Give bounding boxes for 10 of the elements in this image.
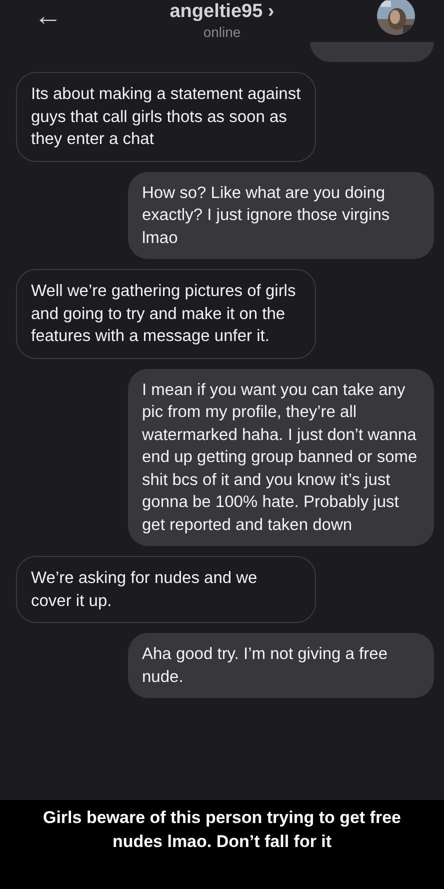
message-bubble: I mean if you want you can take any pic from my profile, they’re all watermarked haha. I just don’t wanna end up getting group banned or some shit bcs of it and you know it’s just gonna be 100% hate. Probably just get reported and taken down — [128, 368, 434, 546]
message-bubble: Aha good try. I’m not giving a free nude. — [128, 633, 434, 698]
online-status: online — [203, 24, 241, 40]
message-bubble: Well we’re gathering pictures of girls and going to try and make it on the features with a message unfer it. — [16, 269, 316, 358]
caption-text: Girls beware of this person trying to get free nudes lmao. Don’t fall for it — [42, 807, 402, 853]
message-bubble: We’re asking for nudes and we cover it up. — [16, 556, 316, 623]
username[interactable]: angeltie95 › — [170, 0, 274, 24]
back-icon[interactable]: ← — [34, 2, 62, 30]
message-bubble: How so? Like what are you doing exactly? I just ignore those virgins lmao — [128, 172, 434, 259]
message-bubble: Its about making a statement against guys that call girls thots as soon as they enter a chat — [16, 72, 316, 162]
